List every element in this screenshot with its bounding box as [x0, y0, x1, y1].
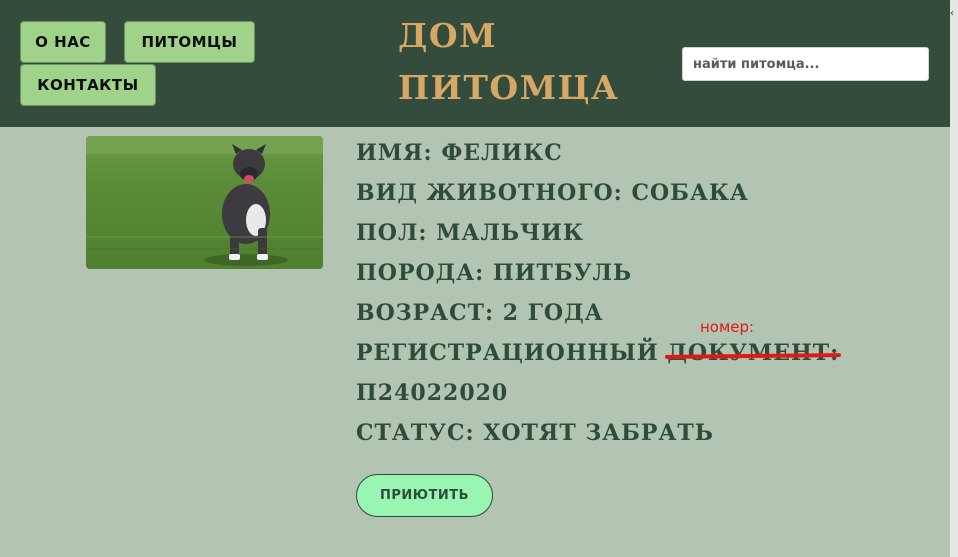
pet-sex: ПОЛ: МАЛЬЧИК: [356, 220, 584, 246]
site-header: О НАС ПИТОМЦЫ КОНТАКТЫ ДОМ ПИТОМЦА: [0, 0, 958, 127]
scroll-arrow-icon[interactable]: ‹: [950, 8, 958, 20]
search-input[interactable]: [682, 47, 929, 81]
pet-name: ИМЯ: ФЕЛИКС: [356, 140, 563, 166]
dog-photo-image: [86, 136, 323, 269]
pet-breed: ПОРОДА: ПИТБУЛЬ: [356, 260, 633, 286]
pet-status: СТАТУС: ХОТЯТ ЗАБРАТЬ: [356, 420, 714, 446]
pet-registration-number: П24022020: [356, 380, 509, 406]
pet-registration: РЕГИСТРАЦИОННЫЙ ДОКУМЕНТ:: [356, 340, 839, 366]
pet-photo: [86, 136, 323, 269]
nav-contacts-button[interactable]: КОНТАКТЫ: [20, 64, 156, 106]
registration-correction-note: номер:: [700, 318, 755, 336]
pet-species: ВИД ЖИВОТНОГО: СОБАКА: [356, 180, 749, 206]
pet-age: ВОЗРАСТ: 2 ГОДА: [356, 300, 604, 326]
registration-prefix: РЕГИСТРАЦИОННЫЙ: [356, 340, 659, 366]
site-title: ДОМ ПИТОМЦА: [398, 16, 620, 107]
scrollbar[interactable]: [950, 0, 958, 557]
adopt-button[interactable]: ПРИЮТИТЬ: [356, 474, 493, 517]
registration-struck-word: ДОКУМЕНТ:: [667, 340, 840, 366]
nav-pets-button[interactable]: ПИТОМЦЫ: [124, 21, 255, 63]
nav-about-button[interactable]: О НАС: [20, 21, 106, 63]
page: О НАС ПИТОМЦЫ КОНТАКТЫ ДОМ ПИТОМЦА найти…: [0, 0, 958, 557]
